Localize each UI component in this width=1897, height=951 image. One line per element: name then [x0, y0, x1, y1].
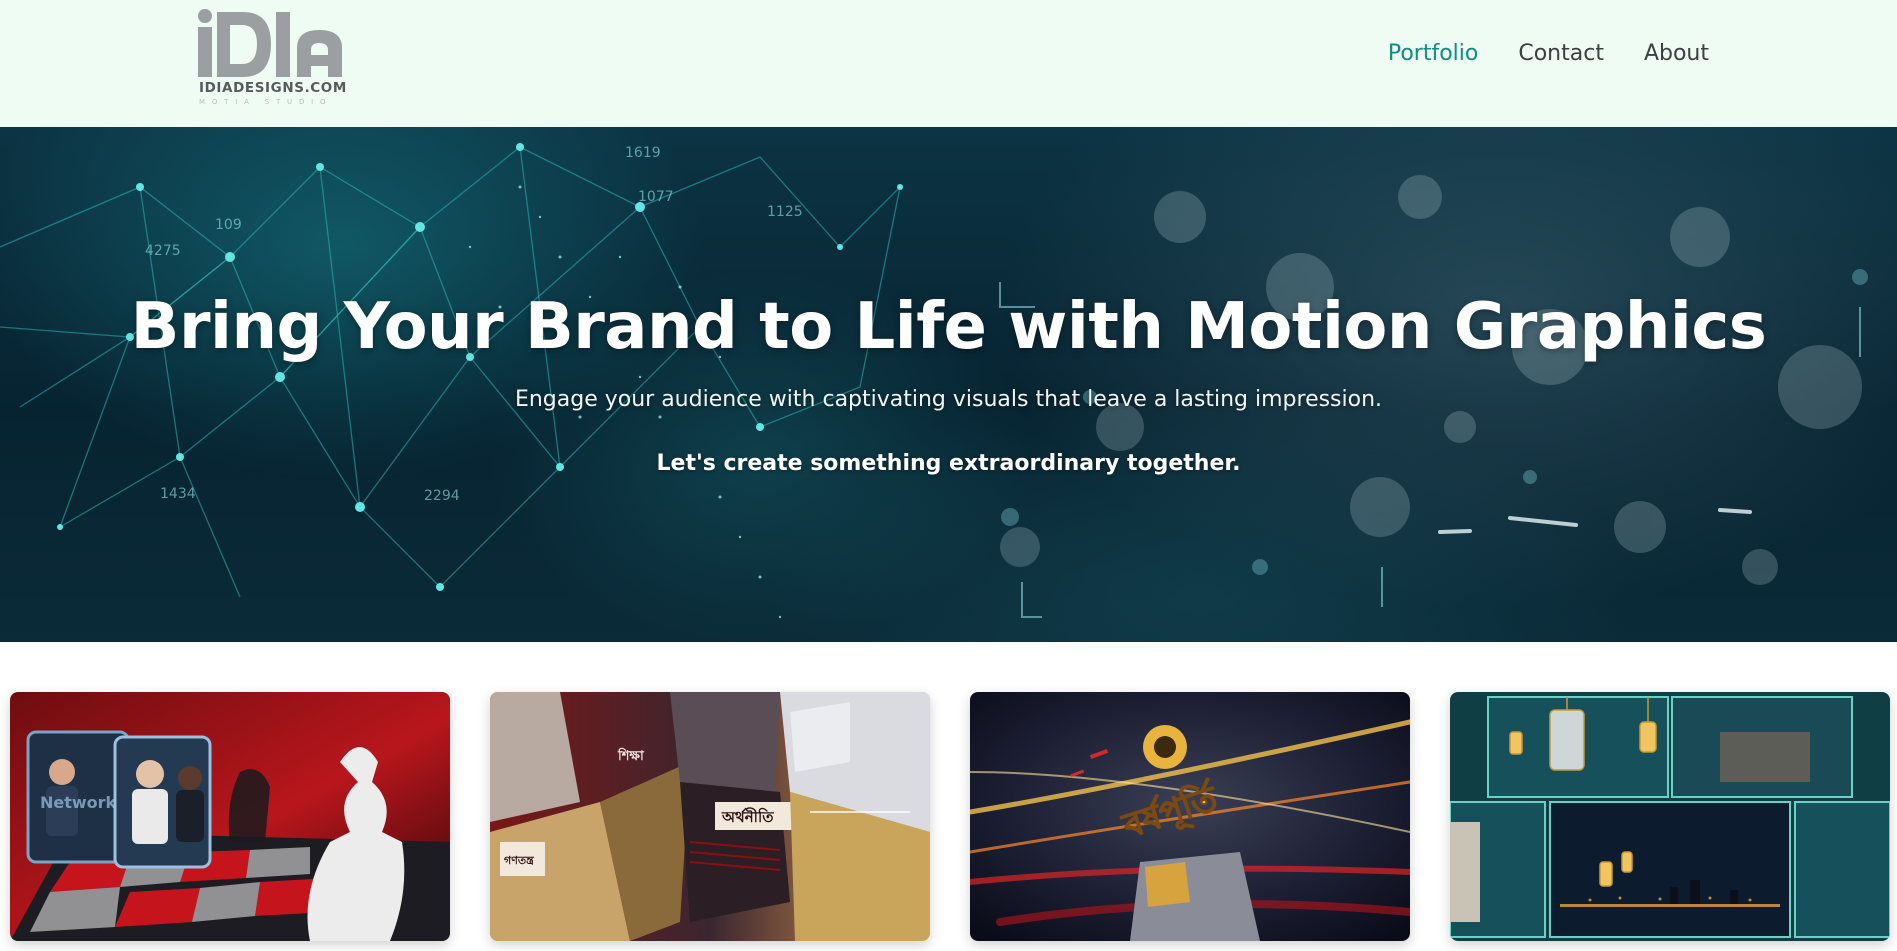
hero-number-label: 4275: [145, 243, 181, 259]
site-logo[interactable]: IDIADESIGNS.COM MOTIA STUDIO: [197, 8, 347, 106]
nav-link-about[interactable]: About: [1644, 41, 1709, 66]
portfolio-item[interactable]: Network: [10, 692, 450, 941]
logo-mark-icon: [198, 9, 342, 77]
hero-tagline: Let's create something extraordinary tog…: [656, 451, 1241, 476]
hero-title: Bring Your Brand to Life with Motion Gra…: [130, 290, 1767, 364]
hero-subtitle: Engage your audience with captivating vi…: [514, 387, 1383, 412]
hero-number-label: 1619: [625, 145, 661, 161]
nav-link-contact[interactable]: Contact: [1518, 41, 1604, 66]
hero-network-image: 1619 1077 1125 4275 109 2294 1434: [0, 143, 1868, 619]
portfolio-item[interactable]: [1450, 692, 1890, 941]
site-header: IDIADESIGNS.COM MOTIA STUDIO Portfolio C…: [0, 0, 1897, 127]
hero-number-label: 109: [215, 217, 242, 233]
hero-number-label: 1125: [767, 204, 803, 220]
portfolio-item[interactable]: বর্ষপূর্তি: [970, 692, 1410, 941]
logo-wordmark: IDIADESIGNS.COM: [199, 80, 347, 96]
nav-link-portfolio[interactable]: Portfolio: [1388, 41, 1479, 66]
portfolio-item[interactable]: অর্থনীতি গণতন্ত্র শিক্ষা: [490, 692, 930, 941]
thumbnail-caption: অর্থনীতি: [721, 807, 774, 826]
news-cubes-thumbnail: অর্থনীতি গণতন্ত্র শিক্ষা: [490, 692, 930, 941]
thumbnail-caption: শিক্ষা: [617, 747, 645, 764]
portfolio-grid: Network অর্থনীতি গণতন্ত্র শিক্ষা বর্ষপূর…: [10, 692, 1897, 951]
hero-number-label: 1434: [160, 486, 196, 502]
thumbnail-caption: Network: [40, 793, 117, 812]
ramadan-lanterns-thumbnail: [1450, 692, 1890, 941]
hero-number-label: 2294: [424, 488, 460, 504]
hero-banner: 1619 1077 1125 4275 109 2294 1434 Bring …: [0, 127, 1897, 642]
main-nav: Portfolio Contact About: [1388, 41, 1709, 66]
news-studio-chess-thumbnail: Network: [10, 692, 450, 941]
golden-title-thumbnail: বর্ষপূর্তি: [970, 692, 1410, 941]
logo-tagline: MOTIA STUDIO: [199, 98, 333, 106]
hero-number-label: 1077: [638, 189, 674, 205]
thumbnail-caption: গণতন্ত্র: [504, 854, 535, 867]
